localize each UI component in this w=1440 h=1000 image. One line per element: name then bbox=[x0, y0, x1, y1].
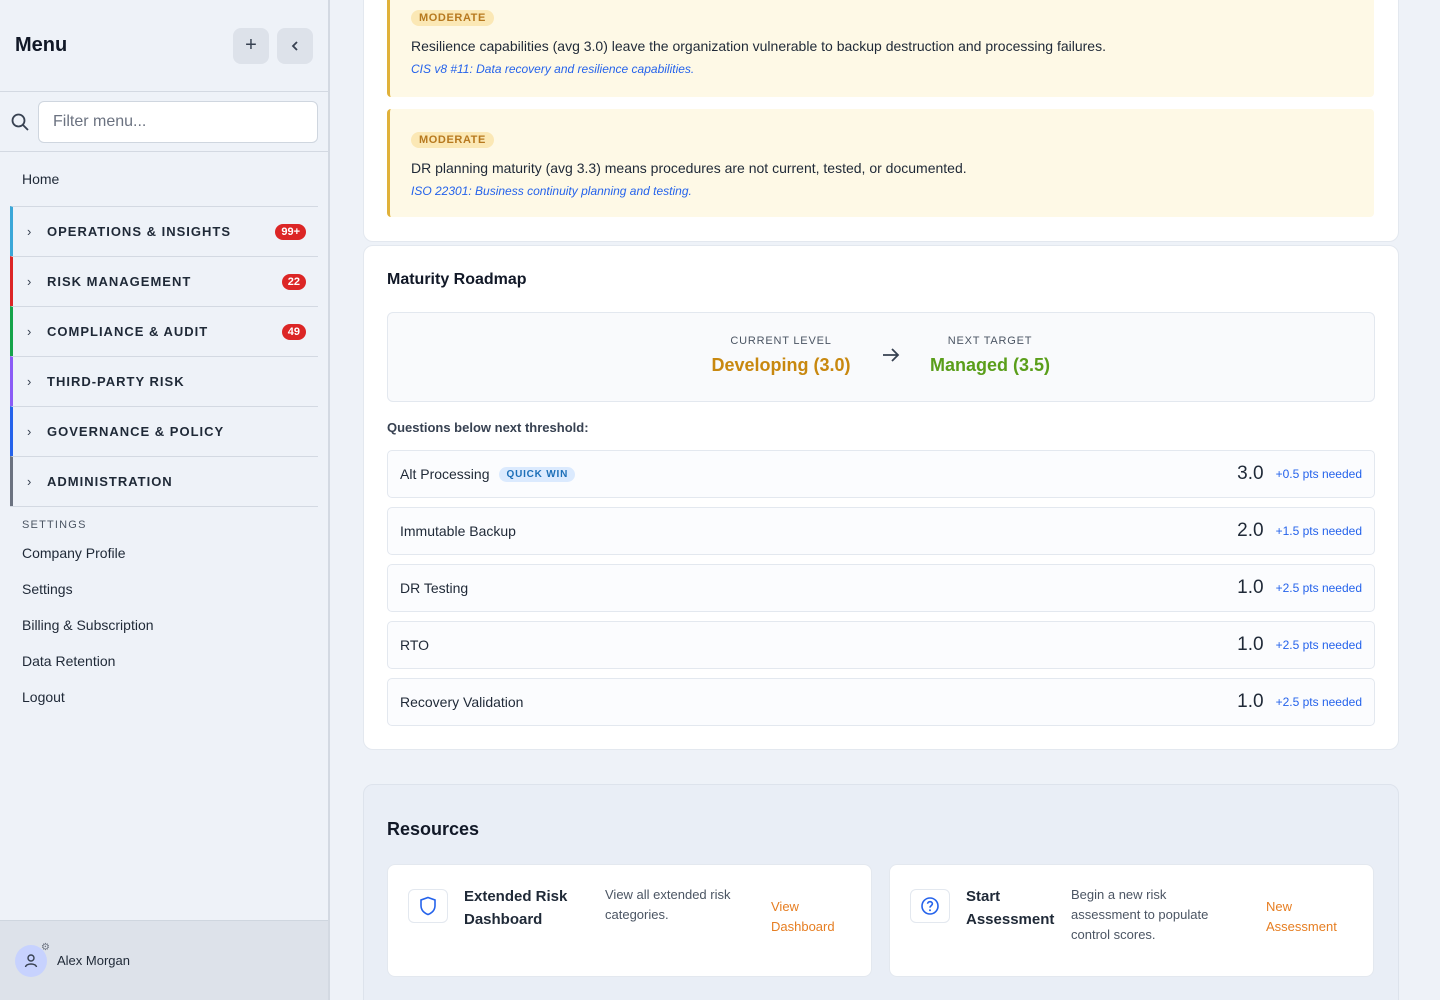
resource-icon-box bbox=[408, 889, 448, 923]
question-name: Recovery Validation bbox=[400, 694, 524, 710]
count-badge: 22 bbox=[281, 273, 306, 290]
nav-group-label: ADMINISTRATION bbox=[47, 474, 173, 489]
question-score: 1.0 bbox=[1237, 691, 1264, 712]
question-score: 3.0 bbox=[1237, 463, 1264, 484]
level-summary: CURRENT LEVEL Developing (3.0) NEXT TARG… bbox=[387, 312, 1375, 402]
question-row[interactable]: Immutable Backup 2.0 +1.5 pts needed bbox=[387, 507, 1375, 555]
chevron-right-icon: › bbox=[27, 474, 32, 489]
sidebar-item-data-retention[interactable]: Data Retention bbox=[0, 643, 328, 679]
resource-name: Start Assessment bbox=[966, 888, 1055, 928]
chevron-right-icon: › bbox=[27, 324, 32, 339]
finding-message: Resilience capabilities (avg 3.0) leave … bbox=[411, 38, 1106, 54]
chevron-right-icon: › bbox=[27, 224, 32, 239]
settings-header: SETTINGS bbox=[10, 506, 318, 535]
question-name: RTO bbox=[400, 637, 430, 653]
severity-badge: MODERATE bbox=[411, 10, 494, 26]
count-badge: 49 bbox=[281, 323, 306, 340]
current-level-value: Developing (3.0) bbox=[711, 355, 851, 375]
resources-title: Resources bbox=[387, 819, 480, 839]
roadmap-title: Maturity Roadmap bbox=[387, 271, 527, 288]
finding-message: DR planning maturity (avg 3.3) means pro… bbox=[411, 160, 967, 176]
sidebar-item-home[interactable]: Home bbox=[0, 152, 328, 206]
resource-description: Begin a new risk assessment to populate … bbox=[1071, 887, 1209, 942]
arrow-right-icon bbox=[883, 348, 900, 362]
question-score: 2.0 bbox=[1237, 520, 1264, 541]
sidebar: Menu + Home › OPERATIONS & INSIGHTS 99+ … bbox=[0, 0, 330, 1000]
view-dashboard-link[interactable]: View Dashboard bbox=[771, 897, 835, 937]
filter-menu-input[interactable] bbox=[38, 100, 318, 143]
search-icon bbox=[11, 113, 29, 131]
sidebar-item-settings[interactable]: Settings bbox=[0, 571, 328, 607]
question-name: DR Testing bbox=[400, 580, 469, 596]
question-row[interactable]: Recovery Validation 1.0 +2.5 pts needed bbox=[387, 678, 1375, 726]
question-score: 1.0 bbox=[1237, 577, 1264, 598]
avatar: ⚙ bbox=[15, 941, 50, 977]
nav-group-label: GOVERNANCE & POLICY bbox=[47, 424, 225, 439]
resource-icon-box bbox=[910, 889, 950, 923]
current-level: CURRENT LEVEL Developing (3.0) bbox=[688, 335, 874, 376]
question-score: 1.0 bbox=[1237, 634, 1264, 655]
points-needed: +2.5 pts needed bbox=[1275, 581, 1362, 595]
finding-reference: CIS v8 #11: Data recovery and resilience… bbox=[411, 62, 695, 76]
new-assessment-link[interactable]: New Assessment bbox=[1266, 897, 1337, 937]
nav-group-third-party[interactable]: › THIRD-PARTY RISK bbox=[10, 356, 318, 406]
nav-group-compliance[interactable]: › COMPLIANCE & AUDIT 49 bbox=[10, 306, 318, 356]
user-name: Alex Morgan bbox=[57, 953, 130, 968]
nav-group-operations[interactable]: › OPERATIONS & INSIGHTS 99+ bbox=[10, 206, 318, 256]
gear-icon: ⚙ bbox=[41, 941, 50, 953]
chevron-left-icon bbox=[291, 40, 298, 51]
question-row[interactable]: DR Testing 1.0 +2.5 pts needed bbox=[387, 564, 1375, 612]
collapse-sidebar-button[interactable] bbox=[277, 27, 313, 64]
chevron-right-icon: › bbox=[27, 424, 32, 439]
sidebar-title: Menu bbox=[15, 34, 68, 56]
nav-group-administration[interactable]: › ADMINISTRATION bbox=[10, 456, 318, 506]
question-name: Alt Processing bbox=[400, 466, 490, 482]
nav-group-risk-management[interactable]: › RISK MANAGEMENT 22 bbox=[10, 256, 318, 306]
next-target-caption: NEXT TARGET bbox=[947, 335, 1033, 347]
sidebar-item-logout[interactable]: Logout bbox=[0, 679, 328, 715]
points-needed: +2.5 pts needed bbox=[1275, 695, 1362, 709]
severity-badge: MODERATE bbox=[411, 132, 494, 148]
sidebar-item-company-profile[interactable]: Company Profile bbox=[0, 535, 328, 571]
nav-group-label: OPERATIONS & INSIGHTS bbox=[47, 224, 231, 239]
finding-reference: ISO 22301: Business continuity planning … bbox=[411, 184, 692, 198]
nav-group-label: RISK MANAGEMENT bbox=[47, 274, 192, 289]
resource-start-assessment[interactable]: Start Assessment Begin a new risk assess… bbox=[889, 864, 1374, 977]
points-needed: +2.5 pts needed bbox=[1275, 638, 1362, 652]
current-level-caption: CURRENT LEVEL bbox=[730, 335, 832, 347]
next-target: NEXT TARGET Managed (3.5) bbox=[912, 335, 1068, 376]
plus-icon: + bbox=[245, 34, 257, 56]
shield-icon bbox=[420, 896, 436, 916]
next-target-value: Managed (3.5) bbox=[929, 355, 1051, 375]
quick-win-badge: QUICK WIN bbox=[499, 466, 576, 482]
sidebar-header: Menu + bbox=[0, 0, 328, 92]
add-button[interactable]: + bbox=[233, 27, 269, 64]
chevron-right-icon: › bbox=[27, 274, 32, 289]
nav-group-governance[interactable]: › GOVERNANCE & POLICY bbox=[10, 406, 318, 456]
sidebar-item-billing[interactable]: Billing & Subscription bbox=[0, 607, 328, 643]
finding-alert: MODERATE DR planning maturity (avg 3.3) … bbox=[387, 109, 1374, 217]
question-circle-icon bbox=[921, 897, 939, 915]
menu-search bbox=[0, 92, 328, 152]
nav-group-label: COMPLIANCE & AUDIT bbox=[47, 324, 209, 339]
user-icon bbox=[24, 953, 38, 967]
nav-group-label: THIRD-PARTY RISK bbox=[47, 374, 185, 389]
count-badge: 99+ bbox=[275, 223, 306, 240]
questions-header: Questions below next threshold: bbox=[387, 420, 589, 435]
finding-alert: MODERATE Resilience capabilities (avg 3.… bbox=[387, 0, 1374, 97]
resource-name: Extended Risk Dashboard bbox=[464, 888, 568, 928]
question-row[interactable]: RTO 1.0 +2.5 pts needed bbox=[387, 621, 1375, 669]
resource-description: View all extended risk categories. bbox=[605, 887, 731, 922]
chevron-right-icon: › bbox=[27, 374, 32, 389]
question-name: Immutable Backup bbox=[400, 523, 516, 539]
points-needed: +1.5 pts needed bbox=[1275, 524, 1362, 538]
points-needed: +0.5 pts needed bbox=[1275, 467, 1362, 481]
question-row[interactable]: Alt Processing QUICK WIN 3.0 +0.5 pts ne… bbox=[387, 450, 1375, 498]
user-footer[interactable]: ⚙ Alex Morgan bbox=[0, 920, 328, 1000]
resource-extended-risk-dashboard[interactable]: Extended Risk Dashboard View all extende… bbox=[387, 864, 872, 977]
